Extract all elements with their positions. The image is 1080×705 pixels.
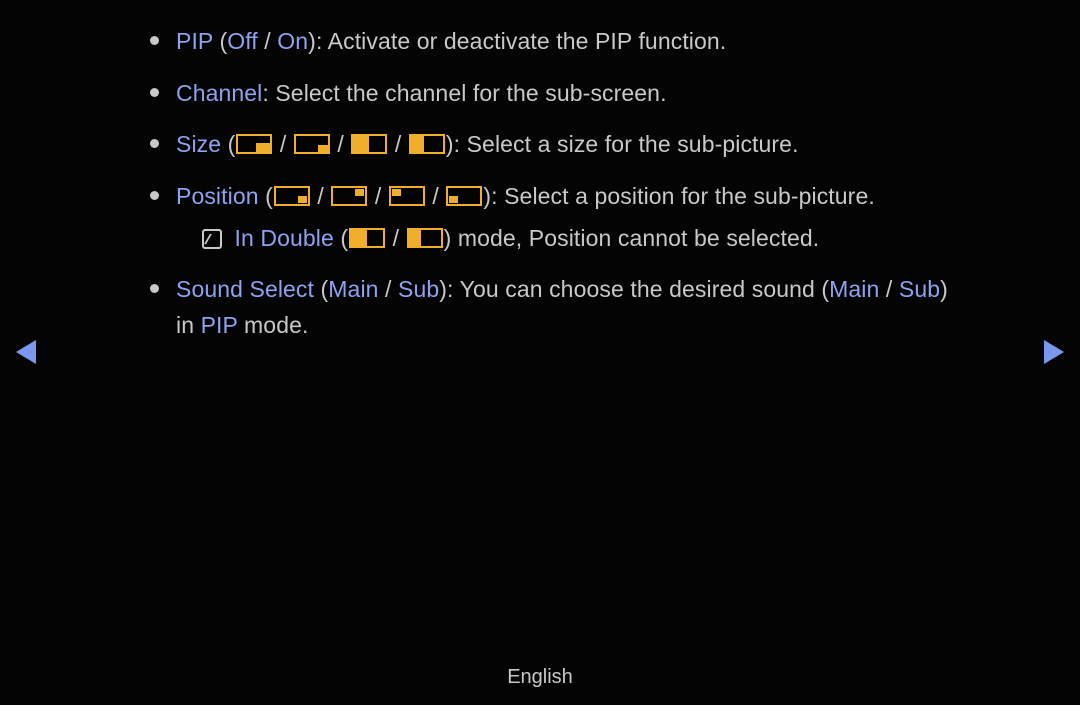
position-label: Position bbox=[176, 183, 259, 209]
sound-option-sub: Sub bbox=[398, 276, 439, 302]
note-icon bbox=[202, 229, 222, 249]
item-sound-select: Sound Select (Main / Sub): You can choos… bbox=[150, 272, 950, 343]
note-tail: mode, Position cannot be selected. bbox=[451, 225, 819, 251]
size-desc: : Select a size for the sub-picture. bbox=[454, 131, 799, 157]
channel-desc: : Select the channel for the sub-screen. bbox=[262, 80, 666, 106]
channel-label: Channel bbox=[176, 80, 262, 106]
position-icon-top-right bbox=[331, 186, 367, 206]
position-icon-bottom-right bbox=[274, 186, 310, 206]
prev-page-arrow[interactable] bbox=[16, 340, 36, 364]
position-icon-top-left bbox=[389, 186, 425, 206]
sound-option-main: Main bbox=[328, 276, 378, 302]
size-icon-small bbox=[294, 134, 330, 154]
pip-label: PIP bbox=[176, 28, 213, 54]
size-icon-double-1 bbox=[351, 134, 387, 154]
pip-option-off: Off bbox=[227, 28, 258, 54]
note-double-icon-1 bbox=[349, 228, 385, 248]
size-label: Size bbox=[176, 131, 221, 157]
position-desc: : Select a position for the sub-picture. bbox=[491, 183, 875, 209]
size-icon-large bbox=[236, 134, 272, 154]
page-language: English bbox=[0, 666, 1080, 689]
sound-label: Sound Select bbox=[176, 276, 314, 302]
position-icon-bottom-left bbox=[446, 186, 482, 206]
item-size: Size ( / / / ): Select a size for the su… bbox=[150, 127, 950, 163]
item-position: Position ( / / / ): Select a position fo… bbox=[150, 179, 950, 256]
note-lead: In Double bbox=[235, 225, 334, 251]
item-pip: PIP (Off / On): Activate or deactivate t… bbox=[150, 24, 950, 60]
pip-option-on: On bbox=[277, 28, 308, 54]
note-double-icon-2 bbox=[407, 228, 443, 248]
size-icon-double-2 bbox=[409, 134, 445, 154]
pip-desc: : Activate or deactivate the PIP functio… bbox=[316, 28, 726, 54]
item-channel: Channel: Select the channel for the sub-… bbox=[150, 76, 950, 112]
next-page-arrow[interactable] bbox=[1044, 340, 1064, 364]
position-note: In Double ( / ) mode, Position cannot be… bbox=[176, 221, 950, 257]
manual-page: PIP (Off / On): Activate or deactivate t… bbox=[0, 0, 1080, 343]
